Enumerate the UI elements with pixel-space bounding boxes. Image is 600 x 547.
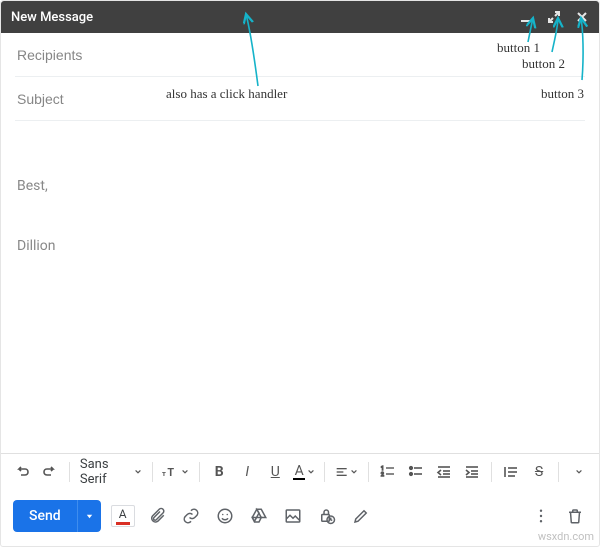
signature-name: Dillion [17, 236, 583, 256]
drive-icon [250, 507, 268, 525]
chevron-down-icon [181, 464, 189, 480]
bulleted-list-button[interactable] [403, 459, 429, 485]
underline-button[interactable]: U [262, 459, 288, 485]
strikethrough-button[interactable]: S [526, 459, 552, 485]
redo-button[interactable] [37, 459, 63, 485]
text-format-letter: A [119, 507, 127, 521]
more-vertical-icon [532, 507, 550, 525]
indent-more-icon [464, 464, 480, 480]
recipients-field-row [15, 33, 585, 77]
svg-text:2: 2 [381, 472, 384, 478]
text-format-underline [116, 522, 130, 525]
chevron-down-icon [85, 512, 94, 521]
numbered-list-icon: 12 [380, 464, 396, 480]
toolbar-separator [152, 462, 153, 482]
send-label: Send [29, 508, 61, 524]
chevron-down-icon [307, 464, 315, 480]
indent-more-button[interactable] [459, 459, 485, 485]
minimize-button[interactable] [519, 10, 533, 24]
numbered-list-button[interactable]: 12 [375, 459, 401, 485]
quote-button[interactable] [498, 459, 524, 485]
close-icon [575, 10, 589, 24]
bold-button[interactable]: B [206, 459, 232, 485]
compose-window: New Message Best, Dillion [0, 0, 600, 547]
align-left-icon [335, 464, 348, 480]
bold-icon: B [215, 464, 224, 480]
insert-photo-button[interactable] [281, 504, 305, 528]
svg-text:T: T [168, 466, 175, 479]
text-color-swatch [293, 478, 305, 480]
align-button[interactable] [331, 459, 362, 485]
paperclip-icon [148, 507, 166, 525]
link-icon [182, 507, 200, 525]
quote-icon [503, 464, 519, 480]
close-button[interactable] [575, 10, 589, 24]
trash-icon [566, 507, 584, 525]
insert-emoji-button[interactable] [213, 504, 237, 528]
svg-text:т: т [162, 469, 166, 478]
discard-draft-button[interactable] [563, 504, 587, 528]
italic-icon: I [245, 464, 249, 480]
more-formatting-button[interactable] [565, 459, 591, 485]
emoji-icon [216, 507, 234, 525]
chevron-down-icon [134, 465, 142, 480]
header-fields [1, 33, 599, 121]
undo-icon [14, 464, 30, 480]
toolbar-separator [368, 462, 369, 482]
expand-icon [547, 10, 561, 24]
text-color-button[interactable]: A [290, 459, 318, 485]
subject-input[interactable] [17, 91, 583, 107]
confidential-mode-button[interactable] [315, 504, 339, 528]
window-controls [519, 10, 589, 24]
send-options-button[interactable] [77, 500, 101, 532]
text-size-icon: тT [162, 464, 179, 480]
titlebar[interactable]: New Message [1, 1, 599, 33]
recipients-input[interactable] [17, 47, 583, 63]
font-family-select[interactable]: Sans Serif [76, 459, 146, 485]
bulleted-list-icon [408, 464, 424, 480]
window-title[interactable]: New Message [11, 10, 519, 25]
formatting-options-button[interactable]: A [111, 504, 135, 528]
expand-button[interactable] [547, 10, 561, 24]
chevron-down-icon [350, 464, 358, 480]
chevron-down-icon [575, 464, 583, 480]
insert-link-button[interactable] [179, 504, 203, 528]
minimize-icon [519, 10, 533, 24]
format-toolbar: Sans Serif тT B I U A 12 [1, 453, 599, 490]
font-family-label: Sans Serif [80, 457, 132, 487]
send-group: Send [13, 500, 101, 532]
insert-drive-button[interactable] [247, 504, 271, 528]
undo-button[interactable] [9, 459, 35, 485]
toolbar-separator [199, 462, 200, 482]
more-options-button[interactable] [529, 504, 553, 528]
underline-icon: U [271, 464, 280, 480]
toolbar-separator [324, 462, 325, 482]
text-color-icon: A [295, 464, 304, 478]
send-button[interactable]: Send [13, 500, 77, 532]
indent-less-button[interactable] [431, 459, 457, 485]
italic-button[interactable]: I [234, 459, 260, 485]
image-icon [284, 507, 302, 525]
send-bar: Send A [1, 490, 599, 546]
message-body[interactable]: Best, Dillion [1, 121, 599, 453]
subject-field-row [15, 77, 585, 121]
insert-signature-button[interactable] [349, 504, 373, 528]
strikethrough-icon: S [535, 464, 543, 480]
text-format-icon: A [111, 505, 135, 527]
toolbar-separator [491, 462, 492, 482]
toolbar-separator [69, 462, 70, 482]
redo-icon [42, 464, 58, 480]
indent-less-icon [436, 464, 452, 480]
lock-clock-icon [318, 507, 336, 525]
pen-icon [352, 507, 370, 525]
signature-line: Best, [17, 176, 583, 196]
attach-file-button[interactable] [145, 504, 169, 528]
toolbar-separator [558, 462, 559, 482]
font-size-select[interactable]: тT [158, 459, 193, 485]
